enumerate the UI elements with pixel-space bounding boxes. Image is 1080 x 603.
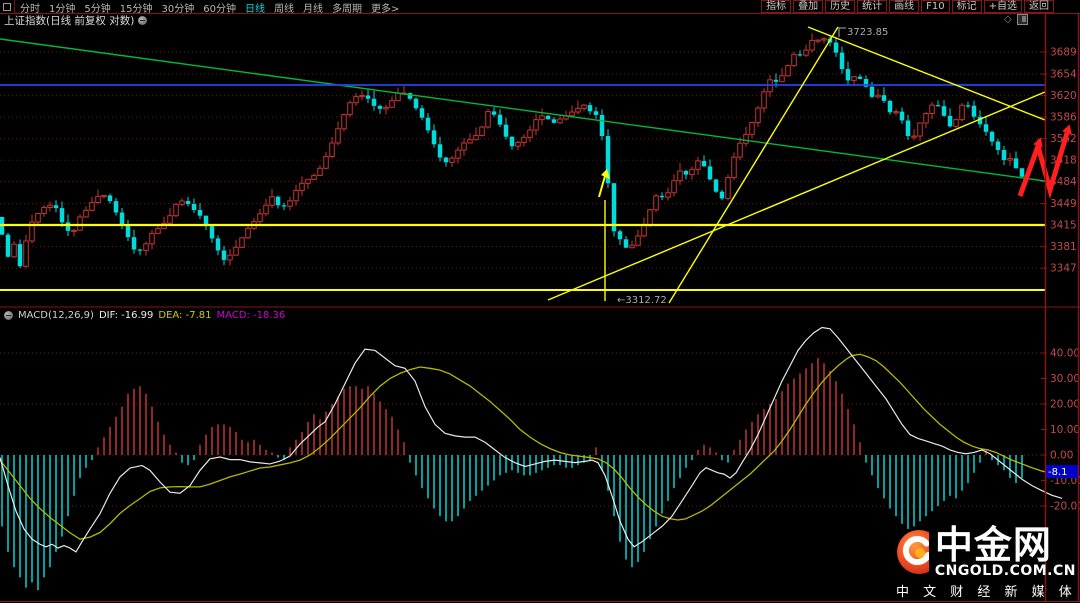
toolbar-button-4[interactable]: 统计 bbox=[857, 0, 888, 13]
macd-label-row: MACD(12,26,9) DIF: -16.99 DEA: -7.81 MAC… bbox=[4, 309, 285, 322]
period-tab-7[interactable]: 日线 bbox=[245, 4, 265, 15]
svg-text:3689: 3689 bbox=[1050, 47, 1077, 59]
svg-text:3586: 3586 bbox=[1050, 112, 1077, 124]
svg-text:10.00: 10.00 bbox=[1050, 424, 1080, 436]
window-grid-icon[interactable] bbox=[3, 2, 11, 11]
toolbar-button-8[interactable]: +自选 bbox=[983, 0, 1022, 13]
svg-text:←3312.72: ←3312.72 bbox=[617, 295, 667, 306]
svg-text:3347: 3347 bbox=[1050, 263, 1077, 275]
svg-text:3449: 3449 bbox=[1050, 198, 1077, 210]
watermark: 中金网 CNGOLD.COM.CN 中 文 财 经 新 媒 体 bbox=[896, 525, 1076, 600]
toolbar-button-2[interactable]: 叠加 bbox=[793, 0, 824, 13]
top-toolbar: 分时 1分钟 5分钟 15分钟 30分钟 60分钟 日线 周线 月线 多周期 更多> 指标 叠加 历史统… bbox=[0, 0, 1080, 15]
diamond-icon[interactable]: ◇ bbox=[1004, 14, 1012, 25]
toolbar-button-9[interactable]: 返回 bbox=[1024, 0, 1054, 13]
svg-text:3723.85: 3723.85 bbox=[847, 27, 888, 38]
period-tab-5[interactable]: 30分钟 bbox=[161, 4, 194, 15]
toolbar-button-7[interactable]: 标记 bbox=[951, 0, 982, 13]
watermark-brand: 中金网 bbox=[934, 523, 1052, 567]
toolbar-separator bbox=[14, 0, 15, 13]
watermark-domain: CNGOLD.COM.CN bbox=[934, 563, 1076, 579]
period-tab-9[interactable]: 月线 bbox=[303, 4, 323, 15]
cngold-logo-icon bbox=[897, 530, 929, 574]
chart-title-row: 上证指数(日线 前复权 对数) bbox=[4, 14, 148, 27]
watermark-slogan: 中 文 财 经 新 媒 体 bbox=[896, 585, 1077, 600]
macd-params-label: MACD(12,26,9) bbox=[18, 310, 94, 321]
toolbar-button-1[interactable]: 指标 bbox=[761, 0, 792, 13]
period-tab-10[interactable]: 多周期 bbox=[332, 4, 362, 15]
svg-text:40.00: 40.00 bbox=[1050, 348, 1080, 360]
title-row-icons: ◇ bbox=[1004, 14, 1028, 25]
toolbar-button-5[interactable]: 画线 bbox=[889, 0, 920, 13]
panel-icon[interactable] bbox=[1016, 14, 1028, 25]
macd-dea-value: DEA: -7.81 bbox=[158, 310, 212, 321]
svg-text:3620: 3620 bbox=[1050, 90, 1077, 102]
period-tab-11[interactable]: 更多> bbox=[371, 4, 399, 15]
svg-text:30.00: 30.00 bbox=[1050, 373, 1080, 385]
toolbar-button-6[interactable]: F10 bbox=[921, 0, 950, 13]
chart-canvas[interactable]: 3689365436203586355235183484344934153381… bbox=[0, 0, 1080, 603]
svg-text:-8.1: -8.1 bbox=[1048, 467, 1068, 478]
macd-collapse-icon[interactable] bbox=[4, 311, 13, 320]
svg-text:-20.00: -20.00 bbox=[1050, 501, 1080, 513]
toolbar-right-buttons: 指标 叠加 历史 统计 画线 F10 标记 +自选 返回 bbox=[761, 0, 1054, 13]
period-tab-8[interactable]: 周线 bbox=[274, 4, 294, 15]
period-tab-6[interactable]: 60分钟 bbox=[203, 4, 236, 15]
svg-text:20.00: 20.00 bbox=[1050, 399, 1080, 411]
svg-text:3415: 3415 bbox=[1050, 220, 1077, 232]
svg-text:3654: 3654 bbox=[1050, 69, 1077, 81]
macd-macd-value: MACD: -18.36 bbox=[216, 310, 286, 321]
svg-text:3381: 3381 bbox=[1050, 241, 1077, 253]
svg-text:0.00: 0.00 bbox=[1050, 450, 1073, 462]
page-title: 上证指数(日线 前复权 对数) bbox=[4, 15, 135, 27]
macd-dif-value: DIF: -16.99 bbox=[98, 310, 154, 321]
toolbar-button-3[interactable]: 历史 bbox=[825, 0, 856, 13]
collapse-circle-icon[interactable] bbox=[138, 16, 148, 25]
svg-text:3518: 3518 bbox=[1050, 155, 1077, 167]
